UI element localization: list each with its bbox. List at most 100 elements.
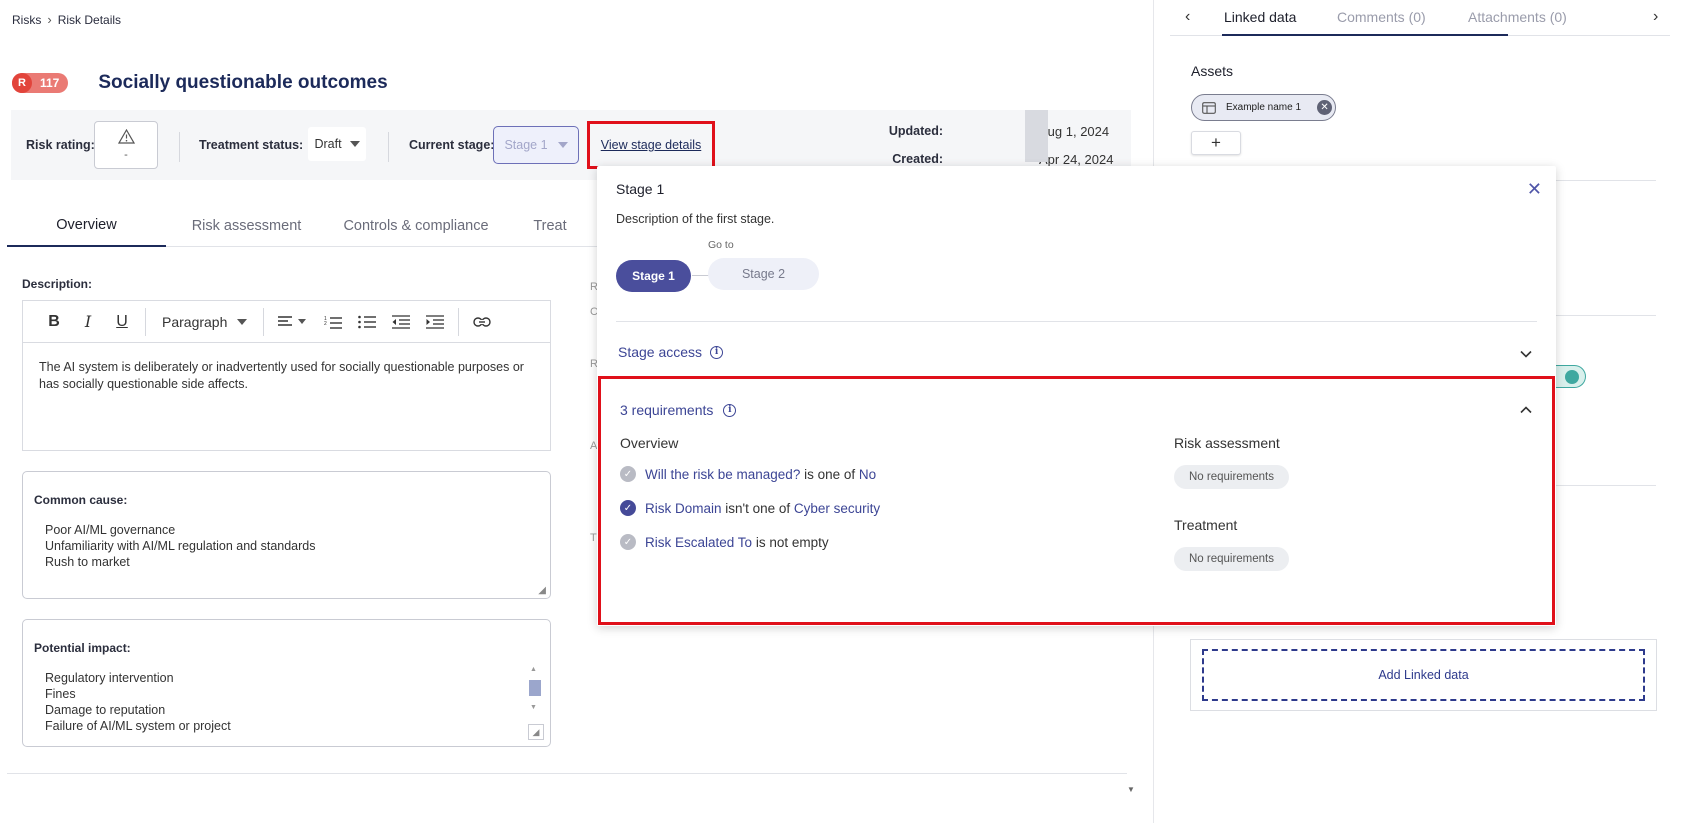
remove-icon[interactable] <box>1565 370 1579 384</box>
scroll-down-icon[interactable]: ▼ <box>530 704 537 711</box>
chevron-down-icon[interactable] <box>1520 347 1532 361</box>
breadcrumb-current: Risk Details <box>57 12 122 27</box>
potential-impact-line: Fines <box>45 687 76 701</box>
stage-description: Description of the first stage. <box>616 212 775 226</box>
stage-next-button[interactable]: Stage 2 <box>708 258 819 290</box>
caret-down-icon <box>349 141 360 147</box>
chevron-right-icon[interactable]: › <box>1653 8 1658 26</box>
scrollbar-thumb[interactable] <box>529 680 541 696</box>
common-cause-box[interactable]: Common cause: Poor AI/ML governance Unfa… <box>22 471 551 599</box>
requirement-operator: is one of <box>800 466 859 482</box>
popover-divider <box>616 321 1537 322</box>
section-divider <box>7 773 1127 774</box>
requirement-field-link[interactable]: Risk Escalated To <box>645 535 752 550</box>
info-icon[interactable]: i <box>710 345 724 359</box>
bullet-list-icon[interactable] <box>350 307 384 337</box>
created-value: Apr 24, 2024 <box>1039 152 1114 167</box>
requirement-field-link[interactable]: Will the risk be managed? <box>645 467 800 482</box>
chevron-up-icon[interactable] <box>1520 403 1532 417</box>
toolbar-divider <box>263 307 265 336</box>
scroll-up-icon[interactable]: ▲ <box>530 666 537 673</box>
add-linked-data-button[interactable]: Add Linked data <box>1202 649 1645 701</box>
divider <box>179 132 180 162</box>
created-label: Created: <box>892 152 943 166</box>
close-icon[interactable]: ✕ <box>1527 179 1542 200</box>
date-marker <box>1025 110 1048 162</box>
overview-requirements-title: Overview <box>620 435 679 451</box>
updated-label: Updated: <box>888 124 943 138</box>
common-cause-line: Rush to market <box>45 555 130 569</box>
title-row: R 117 Socially questionable outcomes <box>12 72 388 94</box>
current-stage-value: Stage 1 <box>504 138 548 152</box>
risk-rating-label: Risk rating: <box>26 138 95 152</box>
right-panel-tabs: ‹ Linked data Comments (0) Attachments (… <box>1170 0 1670 36</box>
treatment-status-label: Treatment status: <box>199 138 304 152</box>
description-editor: B I U Paragraph 12 The AI system is deli… <box>22 300 551 451</box>
tab-overview[interactable]: Overview <box>7 205 166 247</box>
resize-grip-icon[interactable]: ◢ <box>538 585 546 596</box>
underline-icon[interactable]: U <box>105 307 139 337</box>
treatment-status-value: Draft <box>314 137 342 151</box>
add-asset-button[interactable]: + <box>1191 131 1241 155</box>
italic-icon[interactable]: I <box>71 307 105 337</box>
potential-impact-box[interactable]: Potential impact: Regulatory interventio… <box>22 619 551 747</box>
common-cause-label: Common cause: <box>34 493 128 507</box>
linked-chip[interactable] <box>1555 365 1586 388</box>
bold-icon[interactable]: B <box>37 307 71 337</box>
paragraph-style-select[interactable]: Paragraph <box>152 314 257 330</box>
info-icon[interactable]: i <box>723 403 737 417</box>
stage-current-pill: Stage 1 <box>616 260 691 292</box>
scrollbar[interactable]: ▲ ▼ <box>528 666 542 718</box>
breadcrumb: Risks › Risk Details <box>12 12 121 27</box>
divider <box>388 132 389 162</box>
editor-toolbar: B I U Paragraph 12 <box>23 301 550 343</box>
requirement-item: ✓ Risk Escalated To is not empty <box>620 534 829 550</box>
assets-title: Assets <box>1191 63 1234 79</box>
caret-down-icon[interactable]: ▼ <box>1127 785 1135 794</box>
remove-icon[interactable]: ✕ <box>1317 100 1333 115</box>
tab-risk-assessment[interactable]: Risk assessment <box>166 205 327 247</box>
check-circle-icon: ✓ <box>620 500 636 516</box>
risk-badge-number: 117 <box>40 76 60 90</box>
asset-chip[interactable]: Example name 1 ✕ <box>1191 94 1336 121</box>
resize-grip-icon[interactable]: ◢ <box>528 724 544 740</box>
tab-treatment[interactable]: Treat <box>505 205 595 247</box>
risk-rating-button[interactable]: - <box>94 121 158 169</box>
requirement-value: No <box>858 466 877 482</box>
tab-attachments[interactable]: Attachments (0) <box>1468 9 1567 25</box>
requirement-operator: is not empty <box>752 534 829 550</box>
add-linked-data-card: Add Linked data <box>1190 639 1657 711</box>
requirements-toggle[interactable]: 3 requirements i <box>620 402 737 418</box>
toolbar-divider <box>145 307 146 336</box>
description-text[interactable]: The AI system is deliberately or inadver… <box>23 343 550 409</box>
current-stage-select[interactable]: Stage 1 <box>493 126 579 164</box>
view-stage-details-link[interactable]: View stage details <box>601 138 702 152</box>
risk-assessment-requirements-title: Risk assessment <box>1174 435 1280 451</box>
tab-controls-compliance[interactable]: Controls & compliance <box>327 205 505 247</box>
potential-impact-line: Regulatory intervention <box>45 671 174 685</box>
caret-down-icon <box>237 318 248 325</box>
indent-icon[interactable] <box>418 307 452 337</box>
outdent-icon[interactable] <box>384 307 418 337</box>
tab-comments[interactable]: Comments (0) <box>1337 9 1426 25</box>
hidden-field-label: T <box>590 532 597 544</box>
align-icon[interactable] <box>270 307 316 337</box>
potential-impact-text: Regulatory intervention Fines Damage to … <box>45 670 231 734</box>
stage-access-toggle[interactable]: Stage access i <box>618 344 724 360</box>
description-label: Description: <box>22 277 93 291</box>
chevron-left-icon[interactable]: ‹ <box>1185 8 1190 26</box>
requirements-title: 3 requirements <box>620 402 714 418</box>
warning-icon <box>117 129 135 144</box>
treatment-requirements-title: Treatment <box>1174 517 1238 533</box>
requirements-highlight: 3 requirements i Overview ✓ Will the ris… <box>598 376 1555 625</box>
breadcrumb-risks-link[interactable]: Risks <box>12 13 41 27</box>
tab-linked-data[interactable]: Linked data <box>1224 9 1296 25</box>
requirement-field-link[interactable]: Risk Domain <box>645 501 722 516</box>
link-icon[interactable] <box>465 307 499 337</box>
svg-text:2: 2 <box>324 321 327 327</box>
requirement-operator: isn't one of <box>721 500 794 516</box>
risk-rating-value: - <box>124 149 128 161</box>
numbered-list-icon[interactable]: 12 <box>316 307 350 337</box>
check-circle-icon: ✓ <box>620 466 636 482</box>
treatment-status-select[interactable]: Draft <box>308 127 366 161</box>
